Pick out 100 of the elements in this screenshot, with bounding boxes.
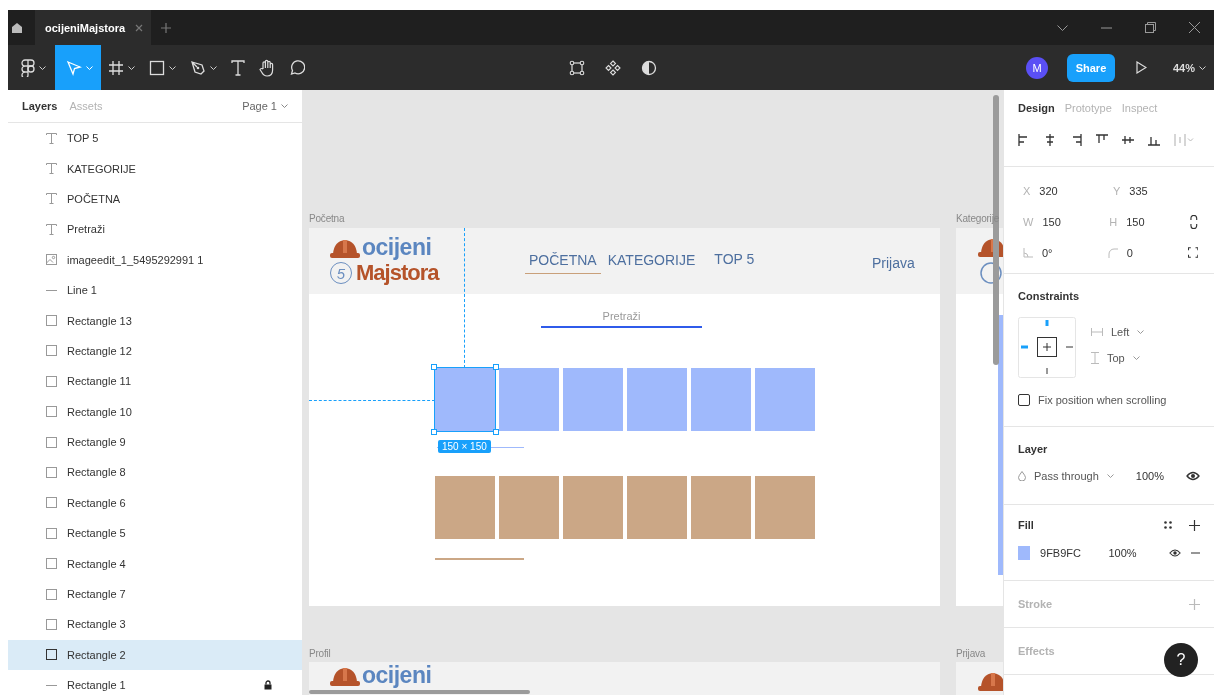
color-swatch[interactable] [1018, 546, 1030, 560]
minimize-icon[interactable] [1101, 26, 1112, 29]
square-icon [46, 406, 57, 418]
hand-icon[interactable] [259, 58, 275, 77]
layer-item[interactable]: Rectangle 12 [8, 335, 302, 367]
close-icon[interactable] [1189, 22, 1200, 33]
layer-item[interactable]: Rectangle 2 [8, 639, 302, 671]
frame-icon[interactable] [108, 59, 124, 76]
page-frame[interactable] [956, 228, 1003, 606]
close-icon[interactable] [135, 23, 144, 32]
width-icon [1091, 328, 1103, 336]
corner-radius-field[interactable]: 0 [1102, 246, 1188, 259]
layer-item[interactable]: Rectangle 10 [8, 396, 302, 427]
app-menu-icon[interactable] [21, 58, 35, 77]
section-title: Fill [1018, 519, 1034, 531]
plus-icon[interactable] [1189, 519, 1200, 531]
layer-item[interactable]: Rectangle 1 [8, 670, 302, 695]
layer-item[interactable]: imageedit_1_5495292991 1 [8, 244, 302, 275]
number-field[interactable]: H 150 [1104, 215, 1191, 228]
text-tool-icon[interactable] [231, 59, 245, 76]
link-icon[interactable] [1190, 214, 1198, 229]
panel-tab[interactable]: Layers [22, 100, 58, 112]
page-dropdown[interactable]: Page 1 [242, 100, 288, 112]
number-field[interactable]: Y 335 [1108, 184, 1198, 197]
image-icon [46, 254, 57, 266]
layer-item[interactable]: Rectangle 6 [8, 487, 302, 519]
hex-field[interactable]: 9FB9FC [1040, 547, 1099, 559]
panel-tab[interactable]: Design [1018, 102, 1055, 114]
align-icon[interactable] [1122, 134, 1134, 146]
caret-icon[interactable] [1199, 65, 1206, 70]
components-icon[interactable] [605, 59, 621, 76]
blend-mode-dropdown[interactable]: Pass through [1018, 470, 1114, 482]
text-layer-icon [46, 223, 57, 235]
square-icon [46, 618, 57, 630]
number-field[interactable]: X 320 [1018, 184, 1108, 197]
logo: ocijeni 5 Majstora [330, 234, 439, 286]
layer-item[interactable]: Rectangle 13 [8, 305, 302, 336]
search-field[interactable]: Pretraži [541, 306, 702, 328]
lock-icon[interactable] [264, 680, 272, 691]
align-icon[interactable] [1070, 134, 1082, 146]
constraints-widget[interactable] [1018, 317, 1076, 378]
checkbox[interactable] [1018, 394, 1030, 406]
align-icon[interactable] [1096, 134, 1108, 146]
zoom-dropdown[interactable]: 44% [1172, 61, 1206, 74]
layer-item[interactable]: Rectangle 5 [8, 518, 302, 549]
layer-item[interactable]: Rectangle 11 [8, 366, 302, 397]
square-icon [46, 375, 57, 387]
layer-item[interactable]: Pretraži [8, 214, 302, 245]
align-icon[interactable] [1148, 134, 1160, 146]
caret-icon[interactable] [128, 65, 135, 70]
layer-item[interactable]: Rectangle 4 [8, 548, 302, 579]
align-icon[interactable] [1018, 134, 1030, 146]
nav-link[interactable]: POČETNA [525, 252, 601, 274]
caret-icon[interactable] [169, 65, 176, 70]
user-avatar[interactable]: M [1025, 56, 1048, 79]
layer-item[interactable]: Rectangle 7 [8, 578, 302, 610]
cursor-icon[interactable] [66, 59, 82, 76]
eye-icon[interactable] [1186, 471, 1200, 481]
layer-item[interactable]: Line 1 [8, 274, 302, 306]
file-tab[interactable]: ocijeniMajstora [35, 10, 152, 45]
scrollbar[interactable] [309, 690, 530, 694]
home-icon[interactable] [11, 21, 23, 34]
caret-icon[interactable] [39, 65, 46, 70]
play-icon[interactable] [1135, 61, 1147, 74]
text-layer-icon [46, 132, 57, 144]
rotation-field[interactable]: 0° [1018, 246, 1103, 259]
vertical-constraint-dropdown[interactable]: Top [1091, 352, 1145, 364]
nav-link[interactable]: KATEGORIJE [603, 252, 700, 274]
styles-icon[interactable] [1164, 521, 1172, 529]
number-field[interactable]: W 150 [1018, 215, 1105, 228]
opacity-field[interactable]: 100% [1135, 470, 1164, 482]
eye-icon[interactable] [1168, 548, 1181, 558]
component-edit-icon[interactable] [569, 59, 585, 76]
nav-link[interactable]: TOP 5 [710, 251, 759, 274]
square-icon [46, 649, 57, 661]
align-icon[interactable] [1044, 134, 1056, 146]
circle-icon [980, 262, 1002, 284]
minus-icon[interactable] [1190, 552, 1200, 554]
layer-item[interactable]: TOP 5 [8, 123, 302, 154]
pen-icon[interactable] [190, 59, 206, 76]
corner-radius-icon [1107, 247, 1118, 258]
half-circle-icon[interactable] [641, 59, 657, 76]
page-frame[interactable]: ocijeni 5 Majstora POČETNA KATEGORIJE TOP 5 Prijava Pretraži 150 × 150 [309, 228, 940, 606]
square-icon [46, 315, 57, 327]
horizontal-constraint-dropdown[interactable]: Left [1091, 326, 1145, 338]
chevron-down-icon[interactable] [1057, 24, 1068, 31]
caret-icon[interactable] [210, 65, 217, 70]
layer-item[interactable]: Rectangle 3 [8, 609, 302, 640]
rectangle-icon[interactable] [149, 59, 165, 76]
corners-icon[interactable] [1187, 247, 1198, 258]
layer-item[interactable]: KATEGORIJE [8, 153, 302, 184]
layer-item[interactable]: Rectangle 9 [8, 426, 302, 458]
comment-icon[interactable] [289, 59, 305, 76]
layer-item[interactable]: Rectangle 8 [8, 457, 302, 488]
restore-icon[interactable] [1145, 22, 1156, 33]
size-label: 150 × 150 [438, 440, 491, 453]
section-title: Layer [1018, 443, 1048, 455]
layer-item[interactable]: POČETNA [8, 183, 302, 215]
login-link[interactable]: Prijava [872, 255, 915, 271]
opacity-field[interactable]: 100% [1108, 547, 1137, 559]
